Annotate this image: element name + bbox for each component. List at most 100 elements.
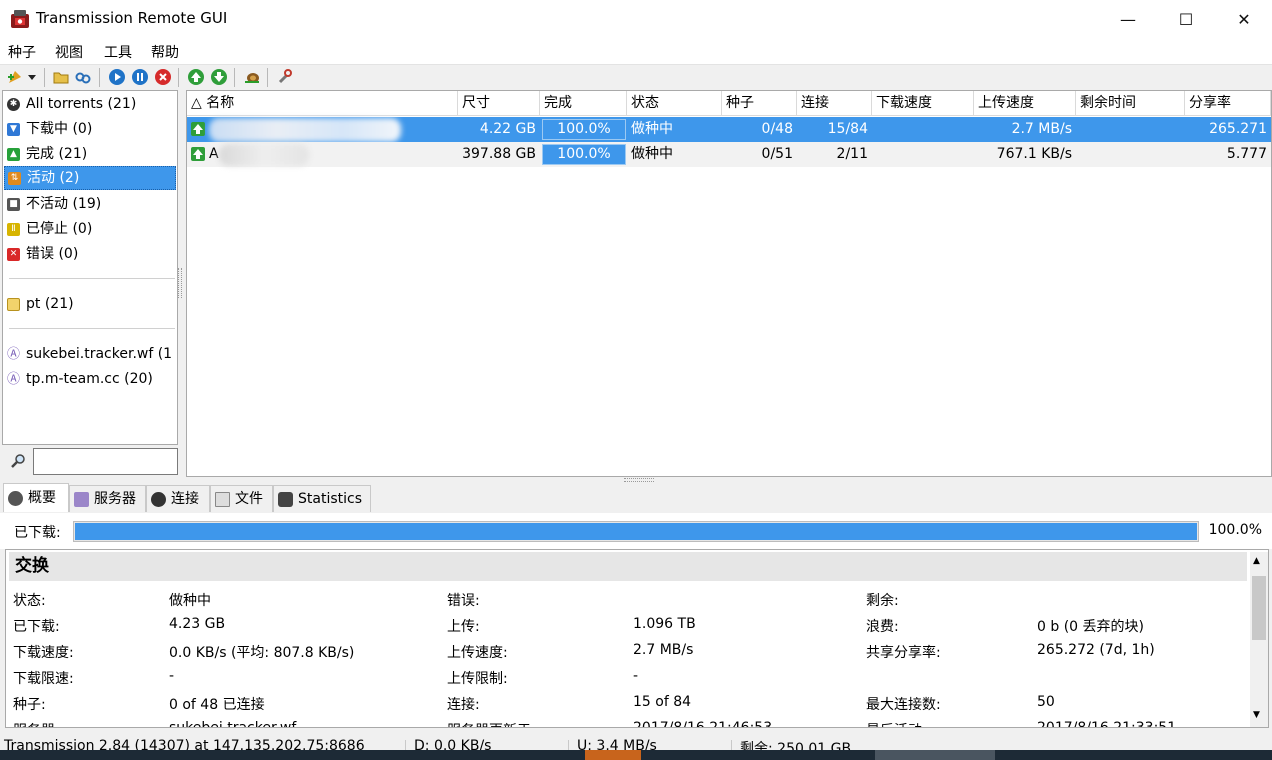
files-icon [215,491,230,507]
pause-icon[interactable] [131,68,149,86]
column-header-up-speed[interactable]: 上传速度 [974,91,1076,116]
sidebar-splitter-handle[interactable] [178,268,182,298]
column-header-ratio[interactable]: 分享率 [1185,91,1271,116]
detail-label: 已下载: [13,619,60,635]
open-folder-icon[interactable] [52,68,70,86]
sidebar-item-label: All torrents (21) [26,96,137,112]
filter-sidebar: ✱ All torrents (21) ▼ 下载中 (0) ▲ 完成 (21) … [2,90,178,445]
detail-value: 265.272 (7d, 1h) [1037,642,1155,658]
sidebar-item-error[interactable]: ✕ 错误 (0) [4,242,176,266]
settings-icon[interactable] [276,68,294,86]
dropdown-arrow-icon[interactable] [26,68,38,86]
error-icon: ✕ [7,247,20,261]
detail-value: 0.0 KB/s (平均: 807.8 KB/s) [169,645,355,661]
detail-label: 上传速度: [447,645,508,661]
detail-label: 浪费: [866,619,899,635]
seeding-status-icon [191,147,205,161]
all-icon: ✱ [7,97,20,111]
detail-value: 50 [1037,694,1055,710]
toolbar-separator [178,68,179,87]
tab-general[interactable]: 概要 [3,483,69,512]
peers-icon [151,491,166,507]
details-panel: 交换 状态: 做种中 已下载: 4.23 GB 下载速度: 0.0 KB/s (平均: 8… [5,549,1269,728]
menu-bar: 种子 视图 工具 帮助 [0,38,1272,64]
column-header-down-speed[interactable]: 下载速度 [872,91,974,116]
sidebar-item-downloading[interactable]: ▼ 下载中 (0) [4,117,176,141]
sidebar-item-folder-pt[interactable]: pt (21) [4,292,176,316]
search-input[interactable] [33,448,178,475]
sidebar-item-inactive[interactable]: ■ 不活动 (19) [4,192,176,216]
scroll-up-icon[interactable]: ▲ [1253,556,1260,566]
torrent-row[interactable]: 4.22 GB 100.0% 做种中 0/48 15/84 2.7 MB/s 2… [187,117,1271,142]
move-down-icon[interactable] [210,68,228,86]
toolbar-separator [44,68,45,87]
toolbar-separator [234,68,235,87]
sidebar-item-label: 错误 (0) [26,246,79,262]
detail-value: 做种中 [169,593,211,609]
detail-value: 2017/8/16 21:46:53 [633,720,773,728]
section-heading-transfer: 交换 [9,552,1247,581]
sidebar-item-label: pt (21) [26,296,74,312]
torrent-progress-bar: 100.0% [542,119,626,140]
active-icon: ⇅ [8,171,21,185]
tab-files[interactable]: 文件 [210,485,273,512]
sidebar-item-all-torrents[interactable]: ✱ All torrents (21) [4,92,176,116]
column-header-peers[interactable]: 连接 [797,91,872,116]
window-title: Transmission Remote GUI [36,9,228,27]
column-header-status[interactable]: 状态 [627,91,722,116]
sidebar-item-label: 已停止 (0) [26,221,93,237]
sidebar-divider [9,328,175,329]
sidebar-item-label: 不活动 (19) [26,196,102,212]
torrent-row[interactable]: A 397.88 GB 100.0% 做种中 0/51 2/11 767.1 K… [187,142,1271,167]
torrent-down-speed [872,117,974,142]
menu-view[interactable]: 视图 [55,42,83,62]
column-header-name[interactable]: △ 名称 [187,91,458,116]
detail-value: 2017/8/16 21:33:51 [1037,720,1177,728]
torrent-progress-bar: 100.0% [542,144,626,165]
tracker-icon [74,491,89,507]
detail-label: 共享分享率: [866,645,941,661]
sidebar-item-stopped[interactable]: Ⅱ 已停止 (0) [4,217,176,241]
column-header-size[interactable]: 尺寸 [458,91,540,116]
toolbar-separator [267,68,268,87]
move-up-icon[interactable] [187,68,205,86]
scrollbar-thumb[interactable] [1252,576,1266,640]
tab-peers[interactable]: 连接 [146,485,210,512]
detail-value: 15 of 84 [633,694,692,710]
sidebar-item-tracker-mteam[interactable]: Ⓐ tp.m-team.cc (20) [4,367,176,391]
torrent-peers: 2/11 [836,146,868,162]
transmission-app-icon [11,10,29,28]
list-splitter-handle[interactable] [624,478,654,482]
title-bar: Transmission Remote GUI — ☐ ✕ [0,0,1272,38]
column-header-done[interactable]: 完成 [540,91,627,116]
sidebar-item-tracker-sukebei[interactable]: Ⓐ sukebei.tracker.wf (1 [4,342,176,366]
tracker-antenna-icon: Ⓐ [7,346,21,362]
details-tabs: 概要 服务器 连接 文件 Statistics [0,483,1272,513]
sidebar-item-label: tp.m-team.cc (20) [26,371,153,387]
menu-torrent[interactable]: 种子 [8,42,36,62]
detail-value: 0 b (0 丢弃的块) [1037,619,1144,635]
start-icon[interactable] [108,68,126,86]
tab-trackers[interactable]: 服务器 [69,485,146,512]
info-icon [8,490,23,506]
menu-help[interactable]: 帮助 [151,42,179,62]
maximize-button[interactable]: ☐ [1157,0,1215,38]
column-header-seeds[interactable]: 种子 [722,91,797,116]
add-torrent-icon[interactable] [6,68,24,86]
menu-tools[interactable]: 工具 [104,42,132,62]
details-scrollbar[interactable]: ▲ ▼ [1250,552,1268,727]
tracker-antenna-icon: Ⓐ [7,371,21,387]
speed-limit-icon[interactable] [243,68,261,86]
remove-icon[interactable] [154,68,172,86]
detail-label: 错误: [447,593,480,609]
minimize-button[interactable]: — [1099,0,1157,38]
sidebar-item-complete[interactable]: ▲ 完成 (21) [4,142,176,166]
tab-statistics[interactable]: Statistics [273,485,371,512]
scroll-down-icon[interactable]: ▼ [1253,710,1260,720]
sidebar-item-active[interactable]: ⇅ 活动 (2) [4,166,176,190]
close-button[interactable]: ✕ [1215,0,1272,38]
column-header-eta[interactable]: 剩余时间 [1076,91,1185,116]
add-link-icon[interactable] [74,68,92,86]
statistics-icon [278,491,293,507]
torrent-status: 做种中 [631,146,673,162]
